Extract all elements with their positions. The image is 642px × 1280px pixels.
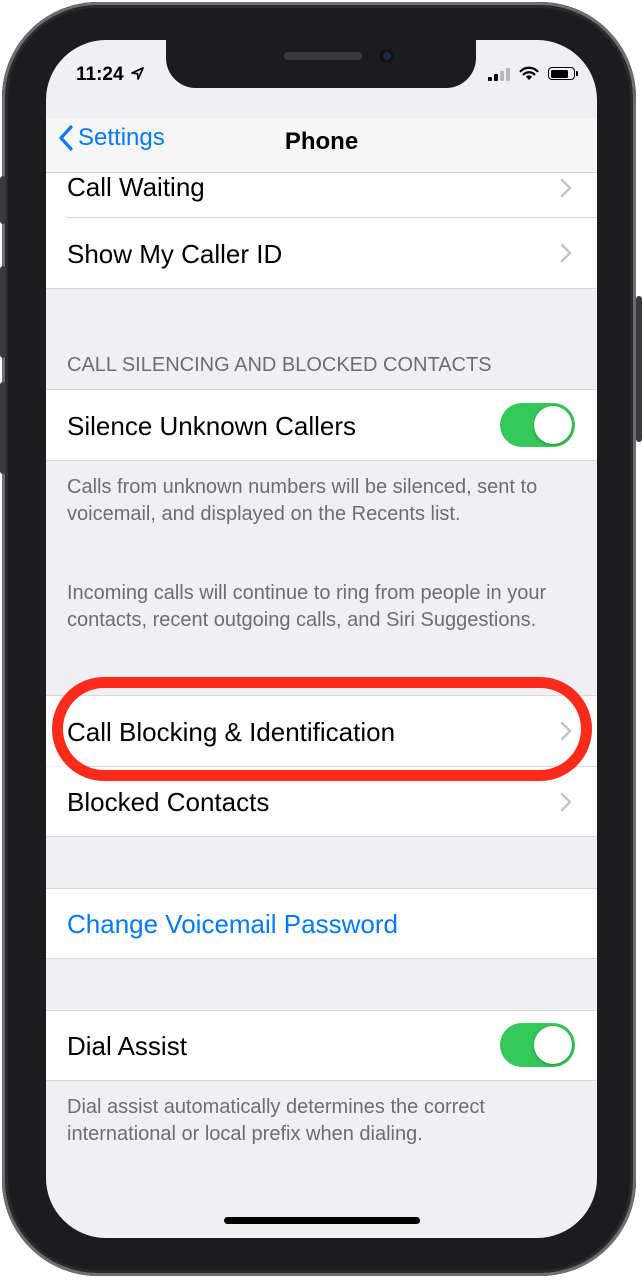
silence-footnote: Incoming calls will continue to ring fro… [67,582,547,631]
home-indicator[interactable] [224,1217,420,1224]
speaker-grille [284,52,362,60]
chevron-right-icon [560,178,572,198]
separator [46,836,597,837]
call-blocking-identification-row[interactable]: Call Blocking & Identification [46,696,597,766]
volume-up-button [0,266,6,358]
row-label: Show My Caller ID [67,239,283,269]
navigation-bar: Settings Phone [46,118,597,173]
status-icons [488,66,578,81]
row-label: Blocked Contacts [67,787,270,817]
silence-unknown-callers-toggle[interactable] [500,403,575,447]
chevron-right-icon [560,243,572,263]
cellular-signal-icon [488,67,510,81]
chevron-right-icon [560,792,572,812]
toggle-knob [534,1026,572,1064]
phone-screen: 11:24 Call Waiting Show My Caller ID Set… [46,40,597,1238]
volume-down-button [0,382,6,474]
separator [46,460,597,461]
chevron-right-icon [560,721,572,741]
location-arrow-icon [130,67,144,80]
dial-assist-footnote: Dial assist automatically determines the… [67,1096,485,1145]
dial-assist-row: Dial Assist [46,1011,597,1080]
silence-footnote: Calls from unknown numbers will be silen… [67,476,538,525]
front-camera [380,49,394,63]
section-header: CALL SILENCING AND BLOCKED CONTACTS [67,354,492,376]
mute-switch [0,176,6,224]
separator [46,288,597,289]
row-label: Dial Assist [67,1031,187,1061]
page-title: Phone [284,128,359,155]
row-label: Silence Unknown Callers [67,411,357,441]
blocked-contacts-row[interactable]: Blocked Contacts [46,767,597,836]
battery-icon [548,67,578,80]
row-label: Call Blocking & Identification [67,717,396,747]
silence-unknown-callers-row: Silence Unknown Callers [46,390,597,460]
change-voicemail-password-row[interactable]: Change Voicemail Password [46,889,597,958]
separator [46,958,597,959]
notch [166,40,476,88]
dial-assist-toggle[interactable] [500,1023,575,1067]
show-caller-id-row[interactable]: Show My Caller ID [46,218,597,288]
side-button [636,296,642,442]
row-label: Call Waiting [67,172,205,202]
separator [46,1080,597,1081]
toggle-knob [534,406,572,444]
wifi-icon [519,66,539,80]
status-time: 11:24 [76,64,144,86]
change-voicemail-password-link[interactable]: Change Voicemail Password [67,909,398,940]
